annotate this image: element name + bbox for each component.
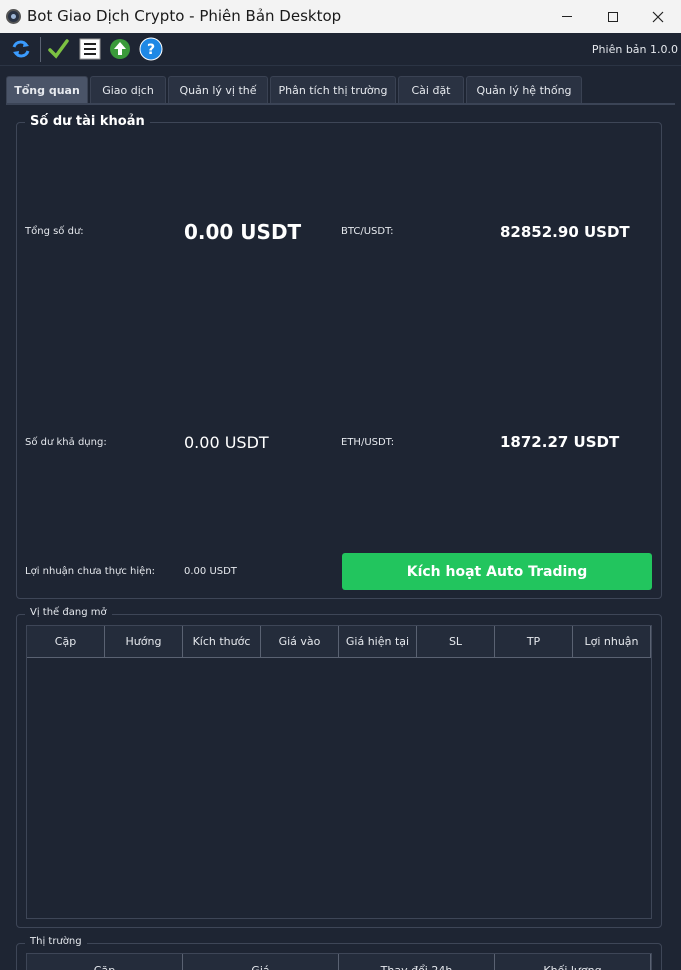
unrealized-pnl-label: Lợi nhuận chưa thực hiện: [25,566,156,577]
column-header-side[interactable]: Hướng [105,626,183,658]
toolbar-separator [40,37,41,62]
positions-table[interactable]: Cặp Hướng Kích thước Giá vào Giá hiện tạ… [26,625,652,919]
svg-text:?: ? [147,42,155,58]
column-header-pair[interactable]: Cặp [27,626,105,658]
eth-price-label: ETH/USDT: [341,437,395,448]
available-balance-value: 0.00 USDT [184,433,269,452]
column-header-entry-price[interactable]: Giá vào [261,626,339,658]
close-button[interactable] [635,0,681,33]
balance-group-title: Số dư tài khoản [25,114,150,129]
balance-group [16,122,662,599]
refresh-icon[interactable] [9,37,33,61]
column-header-tp[interactable]: TP [495,626,573,658]
column-header-current-price[interactable]: Giá hiện tại [339,626,417,658]
column-header-size[interactable]: Kích thước [183,626,261,658]
tab-trading[interactable]: Giao dịch [90,76,166,103]
column-header-pair[interactable]: Cặp [27,954,183,970]
auto-trading-button[interactable]: Kích hoạt Auto Trading [342,553,652,590]
tab-settings[interactable]: Cài đặt [398,76,464,103]
btc-price-label: BTC/USDT: [341,226,394,237]
toolbar: ? Phiên bản 1.0.0 [0,33,681,66]
tab-system-management[interactable]: Quản lý hệ thống [466,76,582,103]
eth-price-value: 1872.27 USDT [500,433,620,451]
tab-overview[interactable]: Tổng quan [6,76,88,103]
btc-price-value: 82852.90 USDT [500,223,630,241]
maximize-icon [608,11,618,22]
column-header-sl[interactable]: SL [417,626,495,658]
positions-table-header: Cặp Hướng Kích thước Giá vào Giá hiện tạ… [27,626,651,658]
minimize-icon [562,16,572,17]
check-icon[interactable] [46,37,70,61]
title-bar: Bot Giao Dịch Crypto - Phiên Bản Desktop [0,0,681,33]
close-icon [652,11,664,22]
market-table[interactable]: Cặp Giá Thay đổi 24h Khối lượng [26,953,652,970]
total-balance-label: Tổng số dư: [25,226,84,237]
market-table-header: Cặp Giá Thay đổi 24h Khối lượng [27,954,651,970]
total-balance-value: 0.00 USDT [184,220,302,244]
upload-icon[interactable] [108,37,132,61]
column-header-pnl[interactable]: Lợi nhuận [573,626,651,658]
available-balance-label: Số dư khả dụng: [25,437,107,448]
positions-group-title: Vị thế đang mở [25,607,112,618]
column-header-volume[interactable]: Khối lượng [495,954,651,970]
tab-position-management[interactable]: Quản lý vị thế [168,76,268,103]
column-header-price[interactable]: Giá [183,954,339,970]
version-label: Phiên bản 1.0.0 [591,43,678,56]
window-title: Bot Giao Dịch Crypto - Phiên Bản Desktop [27,7,342,25]
minimize-button[interactable] [544,0,590,33]
help-icon[interactable]: ? [139,37,163,61]
column-header-change-24h[interactable]: Thay đổi 24h [339,954,495,970]
tab-underline [6,103,675,105]
app-icon [6,9,21,24]
maximize-button[interactable] [590,0,636,33]
tab-market-analysis[interactable]: Phân tích thị trường [270,76,396,103]
unrealized-pnl-value: 0.00 USDT [184,566,237,577]
market-group-title: Thị trường [25,936,87,947]
list-icon[interactable] [78,37,102,61]
